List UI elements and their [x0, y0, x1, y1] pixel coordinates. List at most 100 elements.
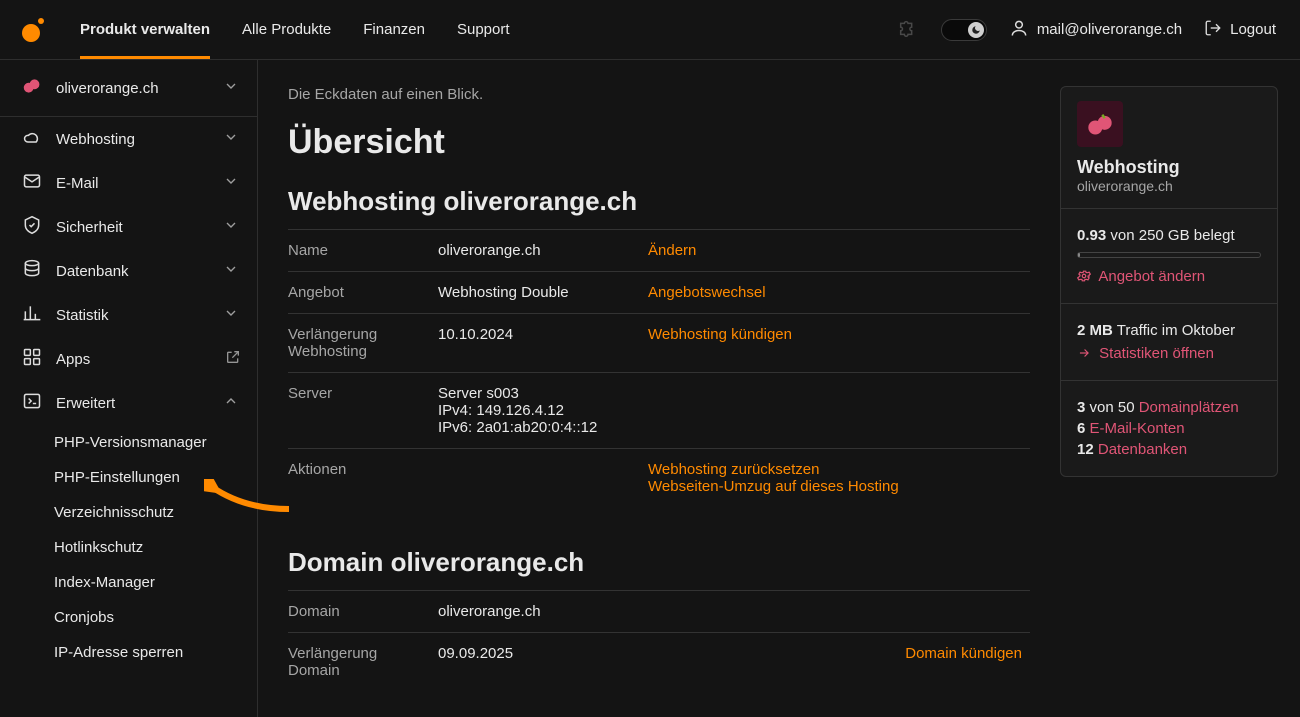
sidebar-item-label: Sicherheit	[56, 219, 209, 236]
sidebar-sub-cronjobs[interactable]: Cronjobs	[0, 600, 257, 635]
logout-button[interactable]: Logout	[1204, 19, 1276, 41]
storage-total: von 250 GB belegt	[1106, 227, 1234, 244]
table-row: Verlängerung Domain 09.09.2025 Domain kü…	[288, 633, 1030, 692]
section-webhosting-heading: Webhosting oliverorange.ch	[288, 186, 1030, 217]
row-key: Name	[288, 230, 438, 272]
change-plan-link[interactable]: Angebot ändern	[1077, 268, 1205, 285]
card-counts: 3 von 50 Domainplätzen 6 E-Mail-Konten 1…	[1061, 381, 1277, 476]
database-icon	[22, 259, 42, 283]
logout-label: Logout	[1230, 21, 1276, 38]
action-reset[interactable]: Webhosting zurücksetzen	[648, 461, 819, 478]
row-value: Server s003 IPv4: 149.126.4.12 IPv6: 2a0…	[438, 373, 648, 449]
chevron-up-icon	[223, 393, 241, 413]
apps-icon	[22, 347, 42, 371]
chart-icon	[22, 303, 42, 327]
brand-logo[interactable]	[18, 15, 48, 45]
row-value: 10.10.2024	[438, 314, 648, 373]
chevron-down-icon	[223, 261, 241, 281]
row-key: Server	[288, 373, 438, 449]
storage-used: 0.93	[1077, 227, 1106, 244]
cloud-icon	[22, 127, 42, 151]
sidebar-item-erweitert[interactable]: Erweitert	[0, 381, 257, 425]
sidebar-item-datenbank[interactable]: Datenbank	[0, 249, 257, 293]
card-header: Webhosting oliverorange.ch	[1061, 87, 1277, 209]
chevron-down-icon	[223, 173, 241, 193]
storage-bar	[1077, 252, 1261, 258]
nav-alle-produkte[interactable]: Alle Produkte	[242, 0, 331, 59]
link-datenbanken[interactable]: Datenbanken	[1098, 441, 1187, 458]
card-storage: 0.93 von 250 GB belegt Angebot ändern	[1061, 209, 1277, 304]
chevron-down-icon	[223, 78, 241, 98]
card-title: Webhosting	[1077, 157, 1261, 178]
sidebar-item-label: E-Mail	[56, 175, 209, 192]
row-key: Aktionen	[288, 449, 438, 508]
sidebar-item-label: Statistik	[56, 307, 209, 324]
sidebar-item-label: Apps	[56, 351, 211, 368]
summary-card: Webhosting oliverorange.ch 0.93 von 250 …	[1060, 86, 1278, 477]
row-value: Webhosting Double	[438, 272, 648, 314]
sidebar-item-webhosting[interactable]: Webhosting	[0, 117, 257, 161]
sidebar-item-statistik[interactable]: Statistik	[0, 293, 257, 337]
sidebar-item-email[interactable]: E-Mail	[0, 161, 257, 205]
sidebar-sub-php-einstellungen[interactable]: PHP-Einstellungen	[0, 460, 257, 495]
table-row: Verlängerung Webhosting 10.10.2024 Webho…	[288, 314, 1030, 373]
table-row: Name oliverorange.ch Ändern	[288, 230, 1030, 272]
action-domain-kuendigen[interactable]: Domain kündigen	[905, 645, 1022, 662]
action-kuendigen[interactable]: Webhosting kündigen	[648, 326, 792, 343]
domain-table: Domain oliverorange.ch Verlängerung Doma…	[288, 590, 1030, 691]
sidebar-sub-php-versionsmanager[interactable]: PHP-Versionsmanager	[0, 425, 257, 460]
chevron-down-icon	[223, 217, 241, 237]
count-db: 12	[1077, 441, 1094, 458]
chevron-down-icon	[223, 305, 241, 325]
main: Die Eckdaten auf einen Blick. Übersicht …	[258, 60, 1300, 717]
content: Die Eckdaten auf einen Blick. Übersicht …	[258, 60, 1060, 717]
traffic-suffix: Traffic im Oktober	[1113, 322, 1235, 339]
moon-icon	[968, 22, 984, 38]
sidebar-sub-ip-sperren[interactable]: IP-Adresse sperren	[0, 635, 257, 670]
action-aendern[interactable]: Ändern	[648, 242, 696, 259]
row-key: Angebot	[288, 272, 438, 314]
nav-finanzen[interactable]: Finanzen	[363, 0, 425, 59]
webhosting-table: Name oliverorange.ch Ändern Angebot Webh…	[288, 229, 1030, 507]
user-icon	[1009, 18, 1029, 42]
sidebar-item-sicherheit[interactable]: Sicherheit	[0, 205, 257, 249]
action-umzug[interactable]: Webseiten-Umzug auf dieses Hosting	[648, 478, 1022, 495]
puzzle-icon[interactable]	[897, 17, 919, 43]
section-domain-heading: Domain oliverorange.ch	[288, 547, 1030, 578]
sidebar-item-apps[interactable]: Apps	[0, 337, 257, 381]
right-column: Webhosting oliverorange.ch 0.93 von 250 …	[1060, 60, 1300, 717]
row-key: Verlängerung Webhosting	[288, 314, 438, 373]
nav-support[interactable]: Support	[457, 0, 510, 59]
row-value: oliverorange.ch	[438, 230, 648, 272]
sidebar-item-label: Webhosting	[56, 131, 209, 148]
chevron-down-icon	[223, 129, 241, 149]
sidebar: oliverorange.ch Webhosting E-Mail Sicher…	[0, 60, 258, 717]
link-email-konten[interactable]: E-Mail-Konten	[1090, 420, 1185, 437]
sidebar-sub-index-manager[interactable]: Index-Manager	[0, 565, 257, 600]
row-key: Domain	[288, 591, 438, 633]
table-row: Domain oliverorange.ch	[288, 591, 1030, 633]
link-domainplaetze[interactable]: Domainplätzen	[1139, 399, 1239, 416]
sidebar-domain-selector[interactable]: oliverorange.ch	[0, 60, 257, 117]
intro-text: Die Eckdaten auf einen Blick.	[288, 86, 1030, 103]
action-angebotswechsel[interactable]: Angebotswechsel	[648, 284, 766, 301]
theme-toggle[interactable]	[941, 19, 987, 41]
row-key: Verlängerung Domain	[288, 633, 438, 692]
sidebar-sub-hotlinkschutz[interactable]: Hotlinkschutz	[0, 530, 257, 565]
shield-icon	[22, 215, 42, 239]
row-value: 09.09.2025	[438, 633, 648, 692]
card-traffic: 2 MB Traffic im Oktober Statistiken öffn…	[1061, 304, 1277, 381]
user-email: mail@oliverorange.ch	[1037, 21, 1182, 38]
stats-link[interactable]: Statistiken öffnen	[1077, 345, 1214, 362]
table-row: Server Server s003 IPv4: 149.126.4.12 IP…	[288, 373, 1030, 449]
sidebar-sub-verzeichnisschutz[interactable]: Verzeichnisschutz	[0, 495, 257, 530]
table-row: Angebot Webhosting Double Angebotswechse…	[288, 272, 1030, 314]
layout: oliverorange.ch Webhosting E-Mail Sicher…	[0, 60, 1300, 717]
top-nav: Produkt verwalten Alle Produkte Finanzen…	[80, 0, 510, 59]
external-link-icon	[225, 349, 241, 369]
user-menu[interactable]: mail@oliverorange.ch	[1009, 18, 1182, 42]
nav-produkt-verwalten[interactable]: Produkt verwalten	[80, 0, 210, 59]
topbar: Produkt verwalten Alle Produkte Finanzen…	[0, 0, 1300, 60]
row-value: oliverorange.ch	[438, 591, 648, 633]
logout-icon	[1204, 19, 1222, 41]
